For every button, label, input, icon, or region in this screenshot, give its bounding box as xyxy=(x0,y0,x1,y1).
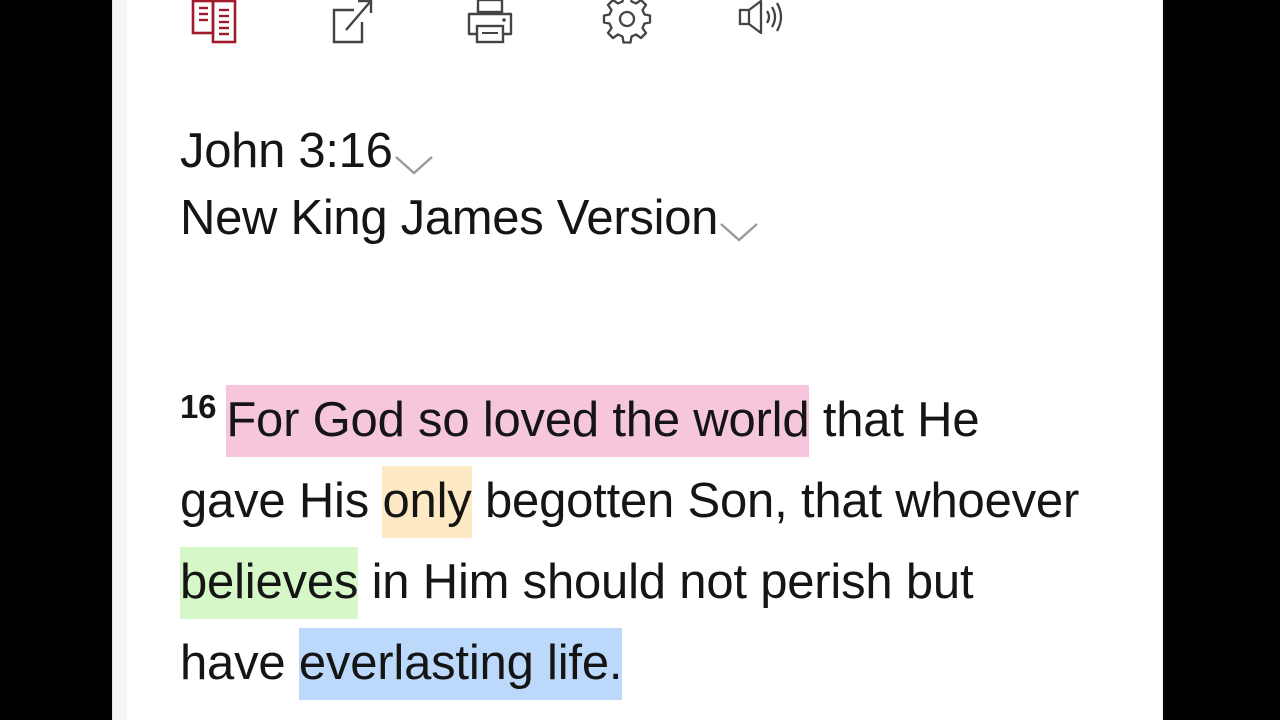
gear-icon xyxy=(602,0,652,44)
settings-button[interactable] xyxy=(601,0,653,46)
bible-page: John 3:16 New King James Version 16 For G… xyxy=(112,0,1163,720)
chevron-down-icon xyxy=(394,156,433,175)
version-selector[interactable]: New King James Version xyxy=(180,190,760,246)
printer-icon xyxy=(467,0,513,44)
parallel-view-button[interactable] xyxy=(189,0,241,46)
share-icon xyxy=(332,0,373,44)
verse-text[interactable]: 16 For God so loved the world that He gav… xyxy=(180,380,1080,704)
speaker-icon xyxy=(738,0,783,35)
reference-selector[interactable]: John 3:16 xyxy=(180,123,435,179)
print-button[interactable] xyxy=(464,0,516,46)
audio-button[interactable] xyxy=(738,0,790,46)
reference-label: John 3:16 xyxy=(180,124,393,178)
highlighted-phrase[interactable]: everlasting life. xyxy=(298,628,623,700)
reading-pane: John 3:16 New King James Version 16 For G… xyxy=(127,0,1161,720)
verse-number: 16 xyxy=(180,388,217,425)
share-button[interactable] xyxy=(326,0,378,46)
chevron-down-icon xyxy=(720,223,758,242)
verse-segment: begotten Son, that whoever xyxy=(471,474,1080,528)
screen: John 3:16 New King James Version 16 For G… xyxy=(0,0,1280,720)
highlighted-phrase[interactable]: believes xyxy=(180,547,358,619)
parallel-book-icon xyxy=(191,0,237,44)
highlighted-phrase[interactable]: only xyxy=(382,466,472,538)
highlighted-phrase[interactable]: For God so loved the world xyxy=(226,385,810,457)
version-label: New King James Version xyxy=(180,191,719,245)
